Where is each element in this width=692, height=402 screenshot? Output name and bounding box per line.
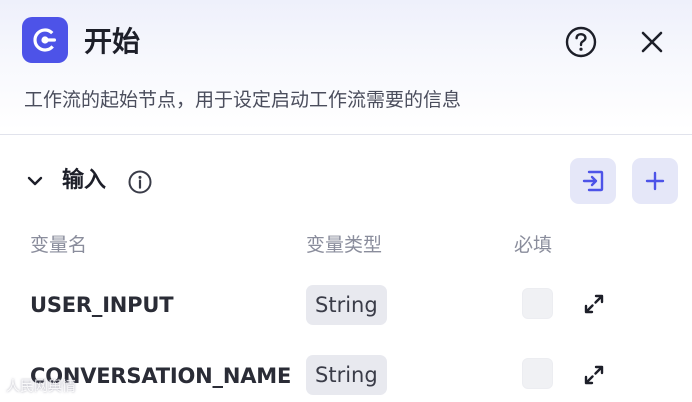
column-header-required: 必填 xyxy=(514,234,553,256)
expand-icon xyxy=(584,365,604,385)
required-checkbox[interactable] xyxy=(522,358,553,389)
close-button[interactable] xyxy=(634,24,670,60)
variable-type-tag: String xyxy=(306,355,387,395)
panel-header: 开始 工作流的起始节点，用于设定启动工作流需要的信息 xyxy=(0,0,692,135)
page-title: 开始 xyxy=(84,25,141,58)
import-variables-button[interactable] xyxy=(570,158,616,204)
close-icon xyxy=(641,31,663,53)
start-node-icon xyxy=(22,17,68,63)
expand-icon xyxy=(584,294,604,314)
expand-variable-button[interactable] xyxy=(580,290,608,318)
variable-type-tag: String xyxy=(306,285,387,325)
input-section-title: 输入 xyxy=(62,168,107,193)
start-node-panel: 开始 工作流的起始节点，用于设定启动工作流需要的信息 输入 变量名 变量类型 必… xyxy=(0,0,692,402)
help-button[interactable] xyxy=(563,24,599,60)
node-description: 工作流的起始节点，用于设定启动工作流需要的信息 xyxy=(24,89,462,111)
column-header-type: 变量类型 xyxy=(306,234,383,256)
collapse-input-section-button[interactable] xyxy=(24,170,46,192)
watermark: 人民网舆情 xyxy=(6,379,76,395)
column-header-name: 变量名 xyxy=(30,234,88,256)
question-circle-icon xyxy=(565,26,597,58)
chevron-down-icon xyxy=(27,176,43,186)
expand-variable-button[interactable] xyxy=(580,361,608,389)
plus-icon xyxy=(645,171,665,191)
add-variable-button[interactable] xyxy=(632,158,678,204)
variable-name: USER_INPUT xyxy=(30,293,174,317)
import-icon xyxy=(582,170,604,192)
required-checkbox[interactable] xyxy=(522,288,553,319)
info-circle-icon[interactable] xyxy=(127,169,153,195)
